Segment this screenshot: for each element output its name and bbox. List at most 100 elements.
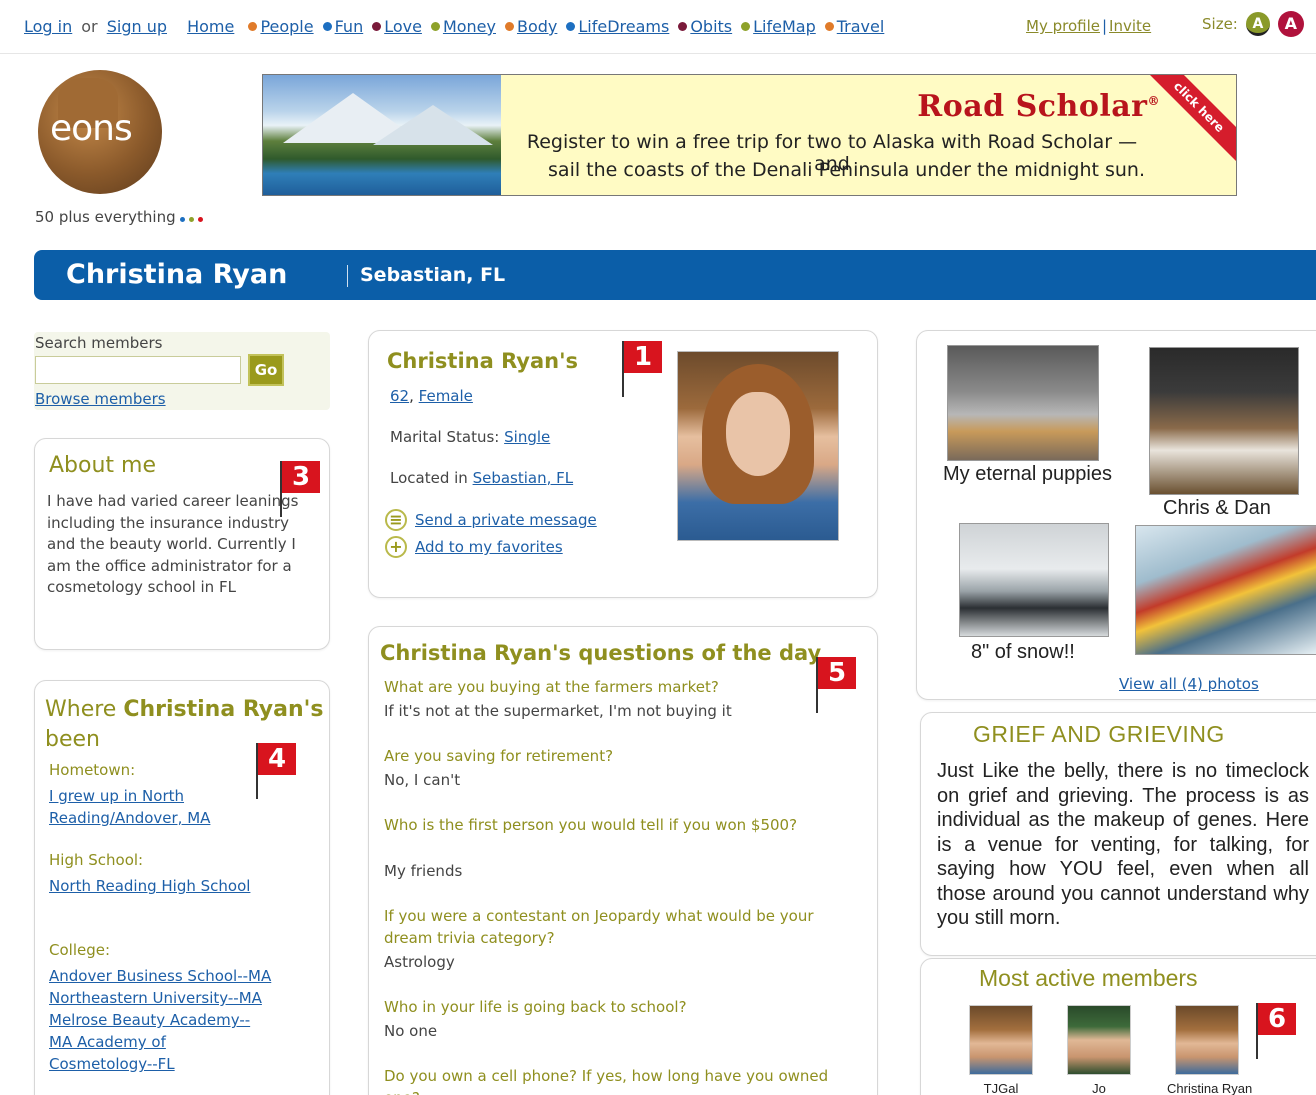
or-text: or	[81, 17, 98, 36]
ad-line-2: sail the coasts of the Denali Peninsula …	[548, 159, 1145, 181]
nav-love[interactable]: Love	[372, 17, 422, 36]
nav-label: Obits	[690, 17, 733, 36]
add-favorites-link[interactable]: Add to my favorites	[415, 538, 563, 556]
nav-label: LifeMap	[753, 17, 816, 36]
photo-thumbnail-rafting[interactable]	[1135, 525, 1316, 655]
college-link[interactable]: Northeastern University--MA	[49, 987, 319, 1009]
nav-dot-icon	[248, 22, 258, 31]
nav-label: LifeDreams	[578, 17, 670, 36]
primary-nav: Log in or Sign up Home People Fun Love Money…	[24, 17, 893, 36]
ad-brand: Road Scholar®	[917, 89, 1160, 124]
nav-people[interactable]: People	[248, 17, 314, 36]
nav-obits[interactable]: Obits	[678, 17, 732, 36]
nav-home[interactable]: Home	[187, 17, 234, 36]
nav-dot-icon	[678, 22, 688, 31]
add-favorites-action[interactable]: + Add to my favorites	[385, 536, 563, 558]
tagline-text: 50 plus everything	[35, 208, 176, 226]
send-message-link[interactable]: Send a private message	[415, 511, 597, 529]
member-name[interactable]: Christina Ryan	[1167, 1081, 1252, 1095]
photo-thumbnail-chris-dan[interactable]	[1149, 347, 1299, 495]
tagline-dot-green	[188, 217, 194, 222]
hometown-value: I grew up in North Reading/Andover, MA	[49, 785, 319, 829]
college-link[interactable]: Andover Business School--MA	[49, 965, 319, 987]
answer: If it's not at the supermarket, I'm not …	[384, 702, 732, 720]
nav-label: Money	[442, 17, 496, 36]
grief-and-grieving-panel: GRIEF AND GRIEVING Just Like the belly, …	[920, 712, 1316, 956]
login-link[interactable]: Log in	[24, 17, 72, 36]
college-link[interactable]: Cosmetology--FL	[49, 1053, 319, 1075]
top-navigation: Log in or Sign up Home People Fun Love Money…	[0, 0, 1316, 54]
photo-thumbnail-puppies[interactable]	[947, 345, 1099, 461]
photo-caption: Chris & Dan	[1163, 497, 1271, 519]
member-name[interactable]: Jo	[1059, 1081, 1139, 1095]
text-size-large-button[interactable]: A	[1277, 11, 1304, 37]
annotation-flag-1: 1	[622, 341, 666, 397]
search-members-input[interactable]	[35, 356, 241, 384]
answer: My friends	[384, 862, 463, 880]
where-been-panel: Where Christina Ryan's been 4 Hometown: I…	[34, 680, 330, 1095]
nav-body[interactable]: Body	[504, 17, 558, 36]
nav-dot-icon	[322, 22, 332, 31]
member-avatar[interactable]	[1175, 1005, 1239, 1075]
answer: No one	[384, 1022, 438, 1040]
member-avatar[interactable]	[969, 1005, 1033, 1075]
highschool-link[interactable]: North Reading High School	[49, 875, 319, 897]
photo-thumbnail-snow[interactable]	[959, 523, 1109, 637]
nav-lifemap[interactable]: LifeMap	[741, 17, 816, 36]
about-me-panel: About me I have had varied career leanin…	[34, 438, 330, 650]
profile-summary-card: Christina Ryan's 1 62, Female Marital St…	[368, 330, 878, 598]
browse-members-link[interactable]: Browse members	[35, 390, 166, 408]
mountain-shape	[373, 105, 493, 145]
college-link[interactable]: MA Academy of	[49, 1031, 319, 1053]
grief-text: Just Like the belly, there is no timeclo…	[937, 760, 1309, 929]
member-avatar[interactable]	[1067, 1005, 1131, 1075]
card-title: Christina Ryan's	[387, 349, 579, 373]
nav-fun[interactable]: Fun	[322, 17, 363, 36]
my-profile-link[interactable]: My profile	[1026, 17, 1100, 35]
alaska-landscape-image	[263, 75, 501, 195]
nav-label: People	[260, 17, 314, 36]
road-scholar-ad-banner[interactable]: Road Scholar® Register to win a free tri…	[262, 74, 1237, 196]
question: Who in your life is going back to school…	[384, 998, 687, 1016]
photo-face	[726, 392, 790, 476]
college-link[interactable]: Melrose Beauty Academy--	[49, 1009, 319, 1031]
qod-title: Christina Ryan's questions of the day	[380, 641, 822, 665]
profile-name: Christina Ryan	[66, 259, 288, 290]
nav-label: Body	[516, 17, 558, 36]
active-title: Most active members	[979, 965, 1198, 991]
signup-link[interactable]: Sign up	[107, 17, 167, 36]
nav-travel[interactable]: Travel	[824, 17, 885, 36]
nav-lifedreams[interactable]: LifeDreams	[566, 17, 669, 36]
search-label: Search members	[35, 334, 163, 352]
age-link[interactable]: 62	[390, 387, 409, 405]
nav-dot-icon	[824, 22, 834, 31]
college-label: College:	[49, 941, 111, 959]
marital-status-link[interactable]: Single	[504, 428, 550, 446]
plus-circle-icon: +	[385, 536, 407, 558]
profile-photo[interactable]	[677, 351, 839, 541]
hometown-link[interactable]: Reading/Andover, MA	[49, 807, 319, 829]
send-message-action[interactable]: ≡ Send a private message	[385, 509, 597, 531]
annotation-flag-6: 6	[1256, 1003, 1300, 1059]
nav-money[interactable]: Money	[430, 17, 496, 36]
member-item[interactable]: TJGal	[961, 1005, 1041, 1095]
location-link[interactable]: Sebastian, FL	[473, 469, 574, 487]
about-title: About me	[49, 453, 157, 478]
question: Do you own a cell phone? If yes, how lon…	[384, 1067, 829, 1095]
view-all-photos-link[interactable]: View all (4) photos	[1119, 675, 1259, 693]
nav-dot-icon	[566, 22, 576, 31]
most-active-members-panel: Most active members TJGal Jo Christina R…	[920, 958, 1316, 1095]
member-item[interactable]: Christina Ryan	[1167, 1005, 1252, 1095]
sex-link[interactable]: Female	[419, 387, 473, 405]
location-row: Located in Sebastian, FL	[390, 469, 574, 487]
eons-logo[interactable]: eons	[38, 70, 162, 194]
member-name[interactable]: TJGal	[961, 1081, 1041, 1095]
invite-link[interactable]: Invite	[1109, 17, 1151, 35]
member-item[interactable]: Jo	[1059, 1005, 1139, 1095]
nav-label: Travel	[836, 17, 885, 36]
tagline-dot-blue	[179, 217, 185, 222]
hometown-link[interactable]: I grew up in North	[49, 785, 319, 807]
search-go-button[interactable]: Go	[248, 354, 284, 386]
text-size-small-button[interactable]: A	[1245, 12, 1270, 36]
profile-links: My profile | Invite	[1026, 17, 1151, 35]
